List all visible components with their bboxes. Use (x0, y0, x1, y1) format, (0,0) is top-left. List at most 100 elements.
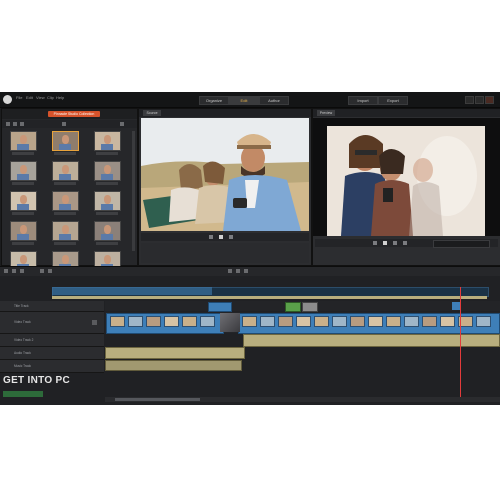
clip-frame-thumbnail (368, 316, 383, 327)
preview-play-icon[interactable] (383, 241, 387, 245)
thumbnail-face-shape (20, 255, 27, 264)
audio-clip-1[interactable] (105, 347, 245, 359)
thumbnail-body-shape (101, 204, 113, 210)
library-thumbnail[interactable] (10, 221, 37, 241)
preview-loop-icon[interactable] (403, 241, 407, 245)
close-icon[interactable] (485, 96, 494, 104)
selfie-group-image (327, 126, 485, 236)
clip-frame-thumbnail (476, 316, 491, 327)
clip-frame-thumbnail (278, 316, 293, 327)
clip-frame-thumbnail (422, 316, 437, 327)
source-tab[interactable]: Source (143, 110, 161, 116)
library-thumbnail[interactable] (52, 161, 79, 181)
thumbnail-face-shape (20, 195, 27, 204)
watermark-bar (3, 391, 43, 397)
source-info-area (141, 243, 309, 263)
music-clip-1[interactable] (105, 360, 242, 371)
thumbnail-face-shape (104, 195, 111, 204)
menu-view[interactable]: View (36, 95, 45, 100)
thumbnail-body-shape (59, 204, 71, 210)
clip-frame-thumbnail (242, 316, 257, 327)
preview-viewer-header (313, 109, 500, 117)
minimize-icon[interactable] (465, 96, 474, 104)
video-editor-window: File Edit View Clip Help Organize Edit A… (0, 92, 500, 405)
clip-frame-thumbnail (404, 316, 419, 327)
library-thumbnail[interactable] (10, 131, 37, 151)
transition-block[interactable] (220, 313, 240, 332)
thumbnail-body-shape (101, 174, 113, 180)
timeline-scroll-thumb[interactable] (115, 398, 200, 401)
thumbnail-body-shape (59, 174, 71, 180)
preview-rewind-icon[interactable] (373, 241, 377, 245)
library-thumbnail[interactable] (94, 131, 121, 151)
library-thumbnail[interactable] (94, 161, 121, 181)
thumbnail-face-shape (62, 195, 69, 204)
preview-video-frame (327, 126, 485, 236)
audio-clip-2[interactable] (243, 334, 500, 347)
tab-author[interactable]: Author (259, 96, 289, 105)
source-viewer-header (139, 109, 311, 117)
thumbnail-caption-bar (96, 242, 118, 245)
timecode-display (433, 240, 490, 248)
clip-frame-thumbnail (128, 316, 143, 327)
thumbnail-caption-bar (54, 152, 76, 155)
clip-frame-thumbnail (182, 316, 197, 327)
clip-frame-thumbnail (164, 316, 179, 327)
library-thumbnail[interactable] (52, 221, 79, 241)
tab-organize[interactable]: Organize (199, 96, 229, 105)
thumbnail-caption-bar (12, 242, 34, 245)
clip-frame-thumbnail (386, 316, 401, 327)
thumbnail-body-shape (101, 234, 113, 240)
play-icon[interactable] (219, 235, 223, 239)
library-thumbnail[interactable] (10, 161, 37, 181)
library-thumbnail[interactable] (52, 191, 79, 211)
clip-frame-thumbnail (440, 316, 455, 327)
thumbnail-caption-bar (54, 242, 76, 245)
preview-viewer: Preview (312, 108, 500, 266)
tab-edit[interactable]: Edit (229, 96, 259, 105)
forward-icon[interactable] (229, 235, 233, 239)
library-thumbnail[interactable] (10, 191, 37, 211)
top-bar: File Edit View Clip Help Organize Edit A… (0, 92, 500, 108)
playhead[interactable] (460, 287, 461, 397)
clip-frame-thumbnail (146, 316, 161, 327)
thumbnail-face-shape (104, 165, 111, 174)
clip-frame-thumbnail (110, 316, 125, 327)
thumbnail-face-shape (104, 255, 111, 264)
export-button[interactable]: Export (378, 96, 408, 105)
thumbnail-face-shape (62, 255, 69, 264)
thumbnail-face-shape (104, 225, 111, 234)
preview-tab[interactable]: Preview (317, 110, 335, 116)
preview-forward-icon[interactable] (393, 241, 397, 245)
thumbnail-body-shape (59, 144, 71, 150)
thumbnail-body-shape (17, 234, 29, 240)
thumbnail-caption-bar (96, 152, 118, 155)
library-thumbnail-grid (2, 109, 132, 275)
thumbnail-body-shape (17, 144, 29, 150)
thumbnail-caption-bar (54, 182, 76, 185)
library-scrollbar[interactable] (132, 131, 135, 251)
clip-frame-thumbnail (332, 316, 347, 327)
library-thumbnail[interactable] (94, 221, 121, 241)
library-panel: Pinnacle Studio Collection (1, 108, 138, 275)
maximize-icon[interactable] (475, 96, 484, 104)
menu-clip[interactable]: Clip (47, 95, 54, 100)
menu-file[interactable]: File (16, 95, 22, 100)
import-button[interactable]: Import (348, 96, 378, 105)
rewind-icon[interactable] (209, 235, 213, 239)
clip-frame-thumbnail (296, 316, 311, 327)
source-viewer: Source (138, 108, 312, 266)
app-logo-icon (3, 95, 12, 104)
library-thumbnail[interactable] (94, 191, 121, 211)
thumbnail-caption-bar (12, 152, 34, 155)
thumbnail-face-shape (104, 135, 111, 144)
menu-edit[interactable]: Edit (26, 95, 33, 100)
thumbnail-face-shape (20, 135, 27, 144)
menu-help[interactable]: Help (56, 95, 64, 100)
clip-frame-thumbnail (260, 316, 275, 327)
thumbnail-caption-bar (96, 182, 118, 185)
video-clip[interactable] (106, 313, 224, 334)
thumbnail-body-shape (59, 234, 71, 240)
timeline-panel: Title Track Video Track Video Track 2 Au… (0, 266, 500, 405)
library-thumbnail[interactable] (52, 131, 79, 151)
